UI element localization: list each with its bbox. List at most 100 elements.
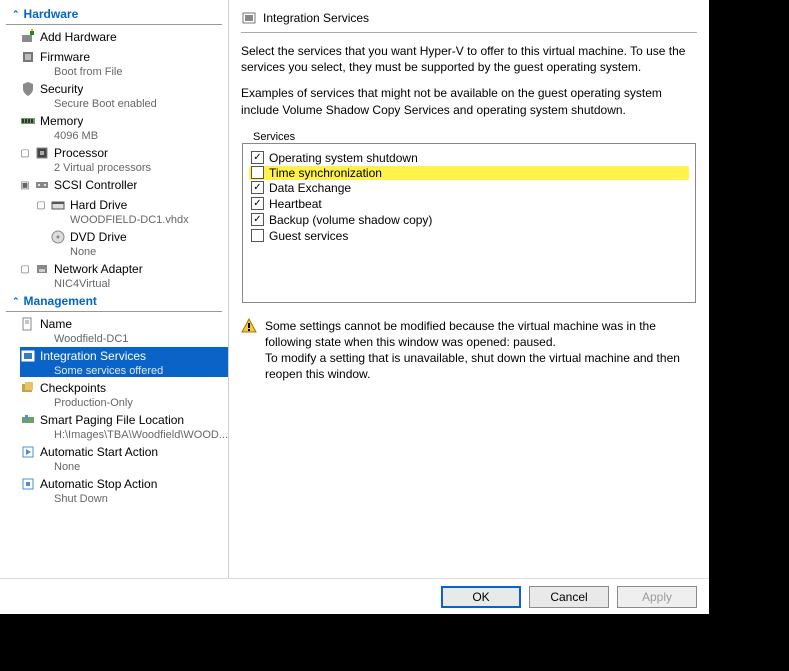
nic-icon — [34, 261, 50, 277]
nav-integration-label: Integration Services — [40, 349, 146, 363]
nav-checkpoints-sub: Production-Only — [20, 397, 228, 409]
nav-integration-services[interactable]: Integration Services Some services offer… — [0, 346, 228, 378]
nav-name[interactable]: Name Woodfield-DC1 — [0, 314, 228, 346]
memory-icon — [20, 113, 36, 129]
nav-firmware[interactable]: Firmware Boot from File — [0, 47, 228, 79]
auto-start-icon — [20, 444, 36, 460]
nav-memory[interactable]: Memory 4096 MB — [0, 111, 228, 143]
add-hardware-icon — [20, 29, 36, 45]
service-label: Time synchronization — [269, 166, 382, 180]
settings-window: ⌃ Hardware Add Hardware Firmware — [0, 0, 709, 614]
top-area: ⌃ Hardware Add Hardware Firmware — [0, 0, 709, 578]
nav-auto-stop[interactable]: Automatic Stop Action Shut Down — [0, 474, 228, 506]
ok-button[interactable]: OK — [441, 586, 521, 608]
controller-icon — [34, 177, 50, 193]
nav-scsi[interactable]: ▣ SCSI Controller — [0, 175, 228, 195]
nav-add-hardware[interactable]: Add Hardware — [0, 27, 228, 47]
nav-checkpoints-label: Checkpoints — [40, 381, 106, 395]
nav-dvd-sub: None — [36, 246, 228, 258]
caret-icon: ⌃ — [12, 9, 20, 20]
nav-smart-paging[interactable]: Smart Paging File Location H:\Images\TBA… — [0, 410, 228, 442]
button-bar: OK Cancel Apply — [0, 578, 709, 614]
nav-dvd-label: DVD Drive — [70, 230, 127, 244]
services-box: Operating system shutdownTime synchroniz… — [242, 143, 696, 303]
nav-network-label: Network Adapter — [54, 262, 143, 276]
hdd-icon — [50, 197, 66, 213]
nav-processor[interactable]: ▢ Processor 2 Virtual processors — [0, 143, 228, 175]
nav-memory-sub: 4096 MB — [20, 130, 228, 142]
expand-icon[interactable]: ▢ — [20, 148, 30, 159]
service-label: Heartbeat — [269, 197, 322, 211]
service-label: Backup (volume shadow copy) — [269, 213, 432, 227]
nav-firmware-label: Firmware — [40, 50, 90, 64]
expand-icon[interactable]: ▢ — [36, 200, 46, 211]
nav-auto-start-sub: None — [20, 461, 228, 473]
nav-firmware-sub: Boot from File — [20, 66, 228, 78]
caret-icon: ⌃ — [12, 296, 20, 307]
nav-name-label: Name — [40, 317, 72, 331]
chip-icon — [20, 49, 36, 65]
cpu-icon — [34, 145, 50, 161]
nav-processor-label: Processor — [54, 146, 108, 160]
section-management-label: Management — [24, 294, 97, 308]
panel-examples: Examples of services that might not be a… — [241, 85, 697, 117]
service-checkbox[interactable] — [251, 197, 264, 210]
nav-auto-start[interactable]: Automatic Start Action None — [0, 442, 228, 474]
service-label: Operating system shutdown — [269, 151, 418, 165]
nav-hard-drive[interactable]: ▢ Hard Drive WOODFIELD-DC1.vhdx — [0, 195, 228, 227]
warning-line2: To modify a setting that is unavailable,… — [265, 351, 680, 381]
nav-auto-stop-label: Automatic Stop Action — [40, 477, 157, 491]
cancel-button[interactable]: Cancel — [529, 586, 609, 608]
nav-checkpoints[interactable]: Checkpoints Production-Only — [0, 378, 228, 410]
nav-memory-label: Memory — [40, 114, 83, 128]
nav-hard-drive-label: Hard Drive — [70, 198, 127, 212]
warning-text: Some settings cannot be modified because… — [265, 318, 697, 383]
settings-nav: ⌃ Hardware Add Hardware Firmware — [0, 0, 229, 578]
nav-spf-sub: H:\Images\TBA\Woodfield\WOOD... — [20, 429, 228, 441]
nav-processor-sub: 2 Virtual processors — [20, 162, 228, 174]
expand-icon[interactable]: ▢ — [20, 264, 30, 275]
service-checkbox[interactable] — [251, 181, 264, 194]
nav-network-sub: NIC4Virtual — [20, 278, 228, 290]
service-row-1[interactable]: Time synchronization — [249, 166, 689, 180]
disc-icon — [50, 229, 66, 245]
warning-icon — [241, 318, 257, 334]
service-row-4[interactable]: Backup (volume shadow copy) — [251, 212, 687, 228]
nav-network[interactable]: ▢ Network Adapter NIC4Virtual — [0, 259, 228, 291]
section-hardware-label: Hardware — [24, 7, 79, 21]
service-row-3[interactable]: Heartbeat — [251, 196, 687, 212]
tag-icon — [20, 316, 36, 332]
service-checkbox[interactable] — [251, 151, 264, 164]
integration-icon — [20, 348, 36, 364]
paging-icon — [20, 412, 36, 428]
nav-auto-stop-sub: Shut Down — [20, 493, 228, 505]
panel-intro: Select the services that you want Hyper-… — [241, 43, 697, 75]
nav-hard-drive-sub: WOODFIELD-DC1.vhdx — [36, 214, 228, 226]
service-checkbox[interactable] — [251, 229, 264, 242]
section-hardware: ⌃ Hardware — [6, 4, 222, 25]
nav-integration-sub: Some services offered — [20, 365, 228, 377]
service-row-2[interactable]: Data Exchange — [251, 180, 687, 196]
nav-dvd[interactable]: DVD Drive None — [0, 227, 228, 259]
nav-security-label: Security — [40, 82, 83, 96]
apply-button: Apply — [617, 586, 697, 608]
collapse-icon[interactable]: ▣ — [20, 180, 30, 191]
nav-add-hardware-label: Add Hardware — [40, 30, 117, 44]
service-label: Data Exchange — [269, 181, 351, 195]
section-management: ⌃ Management — [6, 291, 222, 312]
nav-name-sub: Woodfield-DC1 — [20, 333, 228, 345]
shield-icon — [20, 81, 36, 97]
panel-title: Integration Services — [263, 11, 369, 25]
service-checkbox[interactable] — [251, 213, 264, 226]
warning-box: Some settings cannot be modified because… — [241, 318, 697, 383]
nav-security-sub: Secure Boot enabled — [20, 98, 228, 110]
warning-line1: Some settings cannot be modified because… — [265, 319, 656, 349]
nav-auto-start-label: Automatic Start Action — [40, 445, 158, 459]
nav-scsi-label: SCSI Controller — [54, 178, 137, 192]
service-row-5[interactable]: Guest services — [251, 228, 687, 244]
service-row-0[interactable]: Operating system shutdown — [251, 150, 687, 166]
nav-security[interactable]: Security Secure Boot enabled — [0, 79, 228, 111]
services-group: Services Operating system shutdownTime s… — [241, 128, 697, 304]
service-checkbox[interactable] — [251, 166, 264, 179]
integration-icon — [241, 10, 257, 26]
